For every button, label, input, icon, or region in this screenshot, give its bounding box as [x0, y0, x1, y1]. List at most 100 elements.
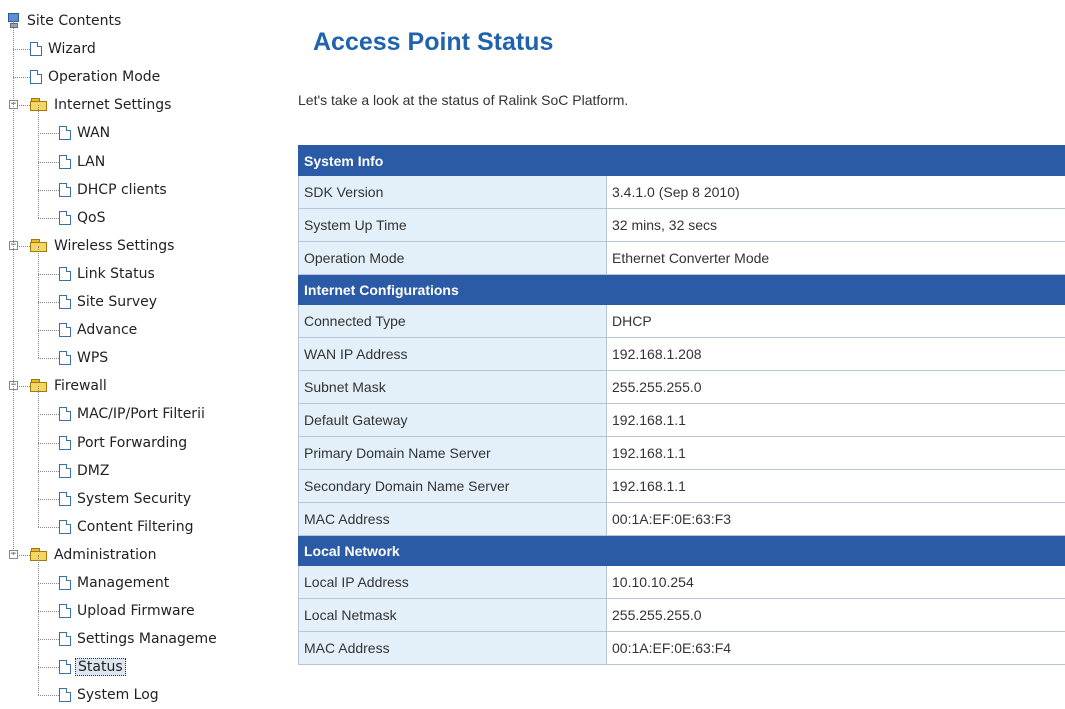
- sidebar-item-firewall-label: Firewall: [54, 378, 107, 395]
- sidebar-item-internet-settings[interactable]: Internet Settings: [30, 95, 173, 115]
- page-icon: [59, 407, 71, 422]
- sidebar-item-site-survey[interactable]: Site Survey: [59, 292, 159, 312]
- sidebar-item-qos[interactable]: QoS: [59, 208, 107, 228]
- sidebar-item-management[interactable]: Management: [59, 573, 171, 593]
- page-icon: [59, 463, 71, 478]
- sidebar-item-wps[interactable]: WPS: [59, 348, 110, 368]
- section-title: System Info: [298, 145, 1065, 176]
- site-contents-icon: [7, 13, 21, 29]
- page-icon: [59, 632, 71, 647]
- page-icon: [59, 519, 71, 534]
- page-icon: [59, 491, 71, 506]
- page-icon: [30, 42, 42, 57]
- section-header: Local Network: [298, 535, 1065, 566]
- sidebar-item-operation-mode[interactable]: Operation Mode: [30, 67, 162, 87]
- status-value: 192.168.1.1: [606, 469, 1065, 503]
- tree-connector: [38, 639, 59, 641]
- status-value: 32 mins, 32 secs: [606, 208, 1065, 242]
- tree-connector: [38, 161, 59, 163]
- sidebar-item-wireless-settings[interactable]: Wireless Settings: [30, 236, 176, 256]
- status-value: Ethernet Converter Mode: [606, 241, 1065, 275]
- tree-connector: [38, 386, 39, 527]
- sidebar-item-link-status[interactable]: Link Status: [59, 264, 157, 284]
- status-label: MAC Address: [298, 502, 607, 536]
- site-contents-tree: Site Contents Wizard Operation Mode Interne…: [0, 0, 262, 709]
- folder-icon: [30, 547, 48, 562]
- sidebar-item-system-security[interactable]: System Security: [59, 489, 193, 509]
- status-label: Operation Mode: [298, 241, 607, 275]
- sidebar-item-system-security-label: System Security: [77, 490, 192, 507]
- page-icon: [59, 688, 71, 703]
- tree-connector: [38, 526, 59, 528]
- tree-connector: [38, 330, 59, 332]
- status-value: 00:1A:EF:0E:63:F4: [606, 631, 1065, 665]
- tree-connector: [38, 217, 59, 219]
- sidebar-item-administration[interactable]: Administration: [30, 545, 158, 565]
- sidebar-item-dmz[interactable]: DMZ: [59, 461, 111, 481]
- status-label: Local Netmask: [298, 598, 607, 632]
- status-label: SDK Version: [298, 175, 607, 209]
- sidebar-item-dhcp-clients[interactable]: DHCP clients: [59, 180, 169, 200]
- sidebar-item-settings-manageme-label: Settings Manageme: [77, 631, 217, 648]
- sidebar-item-mac-ip-port-filterii[interactable]: MAC/IP/Port Filterii: [59, 404, 207, 424]
- sidebar-item-wan-label: WAN: [77, 125, 111, 142]
- intro-text: Let's take a look at the status of Ralin…: [298, 92, 629, 108]
- status-value: 192.168.1.1: [606, 436, 1065, 470]
- tree-root-site-contents[interactable]: Site Contents: [7, 11, 123, 31]
- status-label: Primary Domain Name Server: [298, 436, 607, 470]
- status-label: MAC Address: [298, 631, 607, 665]
- sidebar-item-settings-manageme[interactable]: Settings Manageme: [59, 629, 219, 649]
- sidebar-item-wan[interactable]: WAN: [59, 123, 112, 143]
- section-header: Internet Configurations: [298, 274, 1065, 305]
- status-value: 255.255.255.0: [606, 598, 1065, 632]
- status-row: Subnet Mask 255.255.255.0: [298, 370, 1065, 404]
- tree-connector: [38, 133, 59, 135]
- sidebar-item-status-label: Status: [75, 658, 126, 677]
- folder-icon: [30, 238, 48, 253]
- sidebar-item-status[interactable]: Status: [59, 657, 126, 677]
- sidebar-item-lan[interactable]: LAN: [59, 152, 107, 172]
- section-title: Local Network: [298, 535, 1065, 566]
- tree-root-site-contents-label: Site Contents: [27, 13, 122, 29]
- page-icon: [59, 351, 71, 366]
- sidebar-item-system-log[interactable]: System Log: [59, 685, 161, 705]
- tree-connector: [13, 49, 30, 51]
- status-row: WAN IP Address 192.168.1.208: [298, 337, 1065, 371]
- tree-connector: [38, 498, 59, 500]
- status-label: Local IP Address: [298, 565, 607, 599]
- section-title: Internet Configurations: [298, 274, 1065, 305]
- tree-connector: [13, 77, 30, 79]
- status-table: System Info SDK Version 3.4.1.0 (Sep 8 201…: [298, 145, 1065, 665]
- sidebar-item-advance[interactable]: Advance: [59, 320, 139, 340]
- sidebar-item-wizard[interactable]: Wizard: [30, 39, 98, 59]
- status-value: 3.4.1.0 (Sep 8 2010): [606, 175, 1065, 209]
- sidebar-item-wps-label: WPS: [77, 350, 109, 367]
- status-row: Operation Mode Ethernet Converter Mode: [298, 241, 1065, 275]
- sidebar-item-port-forwarding[interactable]: Port Forwarding: [59, 433, 189, 453]
- sidebar-item-port-forwarding-label: Port Forwarding: [77, 434, 188, 451]
- page-icon: [59, 604, 71, 619]
- sidebar-item-wizard-label: Wizard: [48, 41, 96, 58]
- tree-connector: [38, 105, 39, 218]
- page-icon: [59, 182, 71, 197]
- sidebar-item-content-filtering[interactable]: Content Filtering: [59, 517, 195, 537]
- sidebar-item-firewall[interactable]: Firewall: [30, 376, 109, 396]
- page-icon: [59, 576, 71, 590]
- tree-connector: [38, 611, 59, 613]
- tree-connector: [38, 667, 59, 669]
- sidebar-item-upload-firmware-label: Upload Firmware: [77, 603, 195, 620]
- status-row: Connected Type DHCP: [298, 304, 1065, 338]
- tree-connector: [38, 302, 59, 303]
- status-value: 192.168.1.1: [606, 403, 1065, 437]
- sidebar-item-lan-label: LAN: [77, 153, 106, 170]
- status-row: MAC Address 00:1A:EF:0E:63:F4: [298, 631, 1065, 665]
- tree-connector: [13, 21, 14, 555]
- tree-connector: [38, 245, 39, 359]
- status-value: 255.255.255.0: [606, 370, 1065, 404]
- sidebar-item-operation-mode-label: Operation Mode: [48, 69, 161, 86]
- status-value: 10.10.10.254: [606, 565, 1065, 599]
- main-content: Access Point Status Let's take a look at…: [298, 0, 1065, 709]
- sidebar-item-upload-firmware[interactable]: Upload Firmware: [59, 601, 197, 621]
- status-row: Local Netmask 255.255.255.0: [298, 598, 1065, 632]
- tree-connector: [38, 554, 39, 696]
